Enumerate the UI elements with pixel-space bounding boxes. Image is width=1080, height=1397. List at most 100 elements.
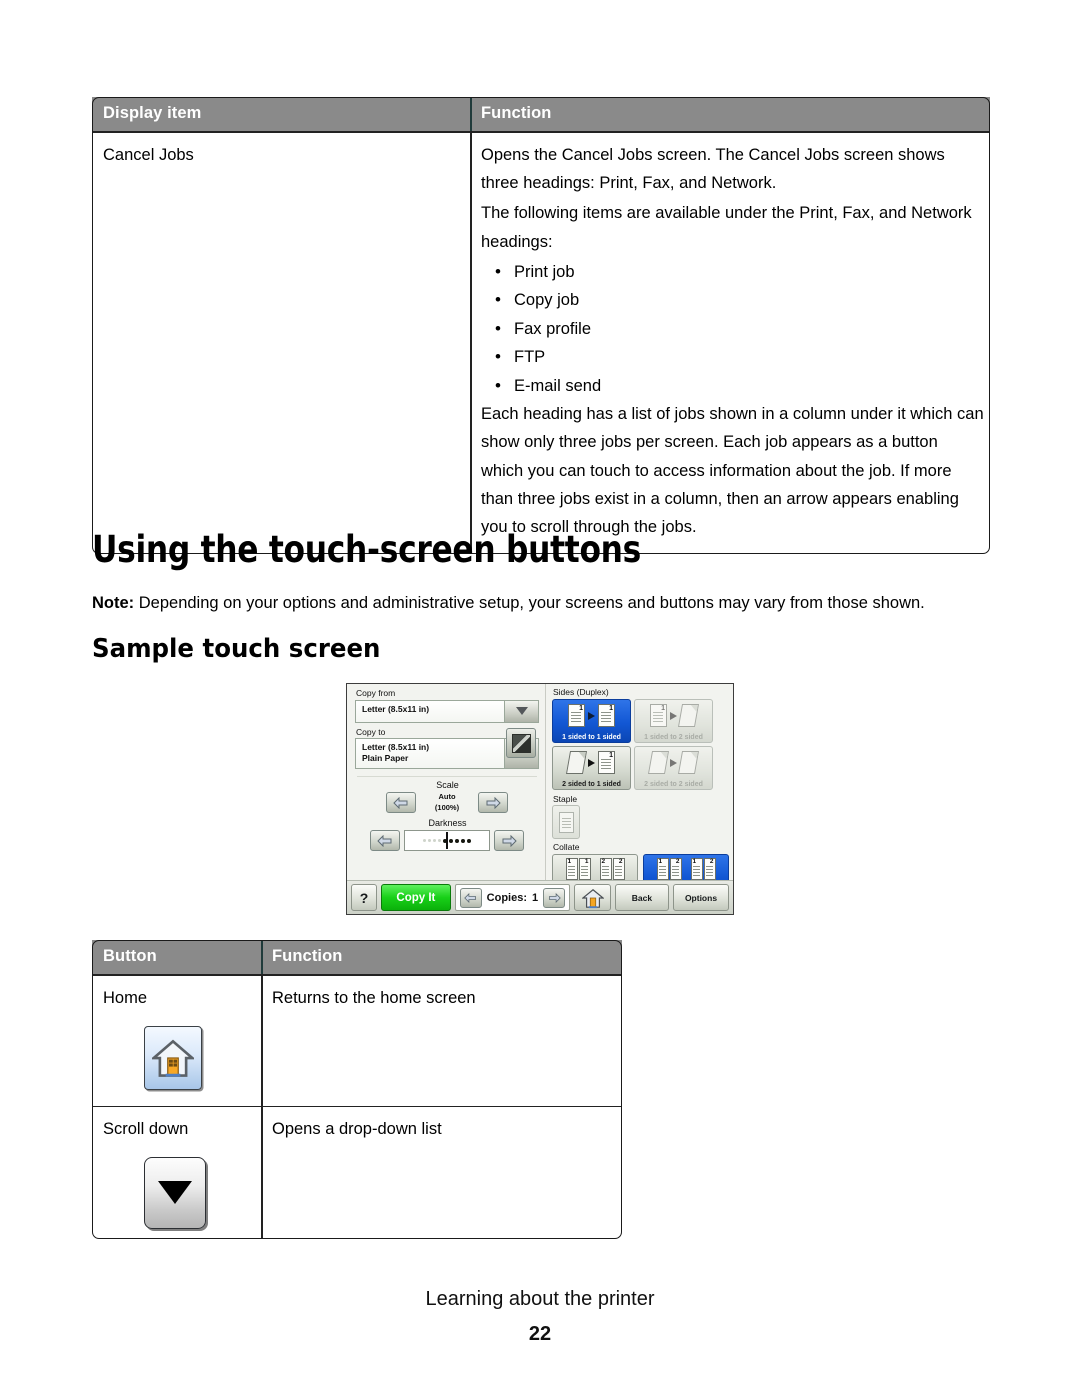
- scale-increase-button[interactable]: [478, 792, 508, 813]
- slider-dot: [461, 838, 465, 843]
- page-icon: 2: [599, 857, 612, 880]
- arrow-right-icon: [548, 892, 561, 903]
- touchscreen-left-panel: Copy from Letter (8.5x11 in) Copy to Let…: [347, 684, 545, 882]
- help-button[interactable]: ?: [351, 884, 378, 911]
- note-text: Depending on your options and administra…: [134, 594, 925, 612]
- chevron-down-icon: [515, 707, 528, 715]
- scale-label-wrap: Scale: [355, 781, 539, 790]
- column-header-button: Button: [103, 947, 157, 965]
- home-button-graphic: [144, 1025, 251, 1090]
- arrow-right-icon: [670, 711, 677, 720]
- cell-button-scroll-down: Scroll down: [92, 1107, 261, 1239]
- cell-button-home: Home: [92, 976, 261, 1106]
- copies-control: Copies: 1: [454, 884, 571, 911]
- back-button[interactable]: Back: [614, 884, 669, 911]
- sides-option-1to2[interactable]: 1 1 sided to 2 sided: [634, 698, 713, 743]
- copies-decrease-button[interactable]: [459, 887, 482, 908]
- darkness-control: Darkness: [355, 819, 539, 851]
- arrow-right-icon: [588, 758, 595, 767]
- touchscreen-main-area: Copy from Letter (8.5x11 in) Copy to Let…: [347, 684, 733, 896]
- tile-caption: 1 sided to 2 sided: [644, 733, 703, 741]
- table-row: Home Returns to the home screen: [92, 975, 622, 1106]
- copies-increase-button[interactable]: [543, 887, 566, 908]
- tile-artwork: 1 1: [568, 703, 615, 729]
- cell-function-scroll-down: Opens a drop-down list: [261, 1106, 622, 1240]
- darkness-slider-row: [355, 830, 539, 851]
- list-item: Copy job: [493, 285, 984, 315]
- tile-artwork: 1 2: [690, 857, 716, 880]
- home-button[interactable]: [574, 884, 611, 911]
- function-paragraph-3: Each heading has a list of jobs shown in…: [481, 404, 984, 537]
- page-icon: [565, 751, 588, 774]
- scroll-down-icon: [144, 1156, 206, 1229]
- tile-artwork: 1 2: [656, 857, 682, 880]
- scale-value-line1: Auto: [438, 792, 456, 802]
- copy-from-select[interactable]: Letter (8.5x11 in): [355, 699, 539, 723]
- tile-artwork: 2 2: [599, 857, 625, 880]
- slider-dot: [428, 839, 431, 842]
- sides-option-2to1[interactable]: 1 2 sided to 1 sided: [552, 745, 631, 790]
- table-header-row: Display item Function: [92, 97, 990, 131]
- sides-option-2to2[interactable]: 2 sided to 2 sided: [634, 745, 713, 790]
- table-row: Scroll down Opens a drop-down list: [92, 1105, 622, 1240]
- section-title-sample-touch-screen: Sample touch screen: [92, 634, 381, 664]
- cell-display-item: Cancel Jobs: [103, 145, 194, 164]
- collate-label: Collate: [553, 842, 580, 852]
- page-icon: [647, 751, 670, 774]
- help-icon: ?: [359, 889, 369, 906]
- list-item: FTP: [493, 342, 984, 372]
- slider-marker: [446, 832, 448, 849]
- page-icon: 1: [656, 857, 669, 880]
- copy-from-dropdown-button[interactable]: [504, 700, 538, 722]
- column-header-display-item: Display item: [103, 104, 202, 122]
- arrow-right-icon: [670, 758, 677, 767]
- page-icon: [677, 751, 700, 774]
- button-name: Home: [103, 988, 148, 1007]
- list-item: E-mail send: [493, 370, 984, 400]
- darkness-increase-button[interactable]: [494, 830, 524, 851]
- darkness-decrease-button[interactable]: [370, 830, 400, 851]
- tile-artwork: 1: [650, 703, 700, 729]
- tile-artwork: 1: [565, 750, 615, 776]
- cell-function: Opens the Cancel Jobs screen. The Cancel…: [470, 132, 990, 555]
- column-header-function: Function: [261, 940, 622, 974]
- cancel-jobs-table: Display item Function Cancel Jobs Opens …: [92, 97, 990, 555]
- footer-page-number: 22: [528, 1323, 552, 1345]
- slider-dot: [433, 839, 436, 842]
- tile-caption: 2 sided to 1 sided: [562, 780, 621, 788]
- home-icon: [144, 1025, 202, 1090]
- staple-icon: [558, 811, 574, 833]
- sides-duplex-label: Sides (Duplex): [553, 687, 609, 697]
- copies-value: 1: [532, 891, 539, 904]
- copy-it-button[interactable]: Copy It: [381, 884, 451, 911]
- buttons-table: Button Function Home Returns to the home…: [92, 940, 622, 1240]
- slider-dot: [467, 838, 471, 843]
- preview-thumbnail-button[interactable]: [506, 728, 536, 758]
- arrow-right-icon: [502, 834, 517, 847]
- scale-value-line2: (100%): [434, 802, 460, 812]
- table-header-row: Button Function: [92, 940, 622, 974]
- document-page: Display item Function Cancel Jobs Opens …: [0, 0, 1080, 1397]
- list-item: Print job: [493, 257, 984, 287]
- scale-decrease-button[interactable]: [386, 792, 416, 813]
- darkness-slider[interactable]: [404, 830, 490, 851]
- sides-option-1to1[interactable]: 1 1 1 sided to 1 sided: [552, 698, 631, 743]
- page-icon: 2: [612, 857, 625, 880]
- page-icon: 1: [598, 751, 615, 774]
- options-button[interactable]: Options: [672, 884, 730, 911]
- arrow-left-icon: [377, 834, 392, 847]
- copies-label: Copies:: [486, 891, 528, 904]
- copy-from-label: Copy from: [356, 688, 396, 698]
- staple-option-button[interactable]: [552, 805, 580, 839]
- page-icon: 1: [650, 704, 667, 727]
- staple-label: Staple: [553, 793, 578, 804]
- copy-to-value-line2: Plain Paper: [362, 752, 409, 763]
- slider-dot: [423, 839, 426, 842]
- divider: [357, 776, 537, 777]
- copy-to-value-line1: Letter (8.5x11 in): [362, 742, 430, 752]
- copy-to-value: Letter (8.5x11 in) Plain Paper: [356, 739, 504, 768]
- touchscreen-bottom-bar: ? Copy It Copies: 1 Back Options: [347, 880, 733, 914]
- page-icon: 1: [565, 857, 578, 880]
- button-name: Scroll down: [103, 1119, 189, 1138]
- slider-dot: [455, 838, 459, 843]
